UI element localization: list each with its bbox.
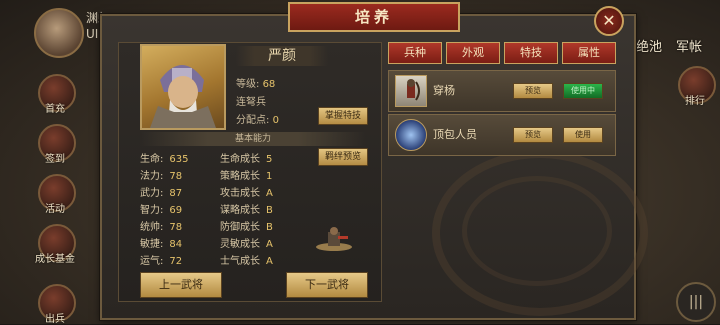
close-button[interactable]: ✕ [594, 6, 624, 36]
dialog-title: 培养 [288, 2, 460, 32]
tab-appearance[interactable]: 外观 [446, 42, 500, 64]
right-tab-tent[interactable]: 军帐 [676, 36, 702, 55]
next-hero-button[interactable]: 下一武将 [286, 272, 368, 298]
troop-name: 穿杨 [433, 84, 455, 97]
hero-level: 等级: 68 [236, 78, 275, 92]
preview-button[interactable]: 预览 [513, 127, 553, 143]
tab-troop-type[interactable]: 兵种 [388, 42, 442, 64]
tab-attributes[interactable]: 属性 [562, 42, 616, 64]
growth-row: 谋略成长 B [220, 205, 273, 216]
growth-row: 攻击成长 A [220, 188, 273, 199]
side-label-sign-in: 签到 [45, 154, 65, 165]
growth-row: 士气成长 A [220, 256, 273, 267]
stat-row: 运气: 72 [140, 256, 183, 267]
bond-preview-button[interactable]: 羁绊预览 [318, 148, 368, 166]
orb-icon [395, 119, 427, 151]
growth-row: 策略成长 1 [220, 171, 273, 182]
troop-name: 顶包人员 [433, 128, 477, 141]
right-tab-pool[interactable]: 绝池 [636, 36, 662, 55]
in-use-badge: 使用中 [563, 83, 603, 99]
side-label-growth-fund: 成长基金 [35, 254, 75, 265]
stats-list: 生命: 635 法力: 78 武力: 87 智力: 69 统帅: 78 敏捷: 84 运气:… [140, 151, 188, 270]
master-skill-button[interactable]: 掌握特技 [318, 107, 368, 125]
player-avatar[interactable] [34, 8, 84, 58]
growth-row: 防御成长 B [220, 222, 273, 233]
basic-ability-header: 基本能力 [140, 132, 366, 146]
more-menu-icon[interactable]: ||| [676, 282, 716, 322]
side-label-dispatch: 出兵 [45, 314, 65, 325]
allocation-points: 分配点: 0 [236, 114, 279, 128]
preview-button[interactable]: 预览 [513, 83, 553, 99]
level-label: 等级: [236, 79, 260, 90]
growth-list: 生命成长 5 策略成长 1 攻击成长 A 谋略成长 B 防御成长 B 灵敏成长 A 士气成长… [220, 151, 273, 270]
side-label-activity: 活动 [45, 204, 65, 215]
archer-icon [395, 75, 427, 107]
troop-type: 连弩兵 [236, 97, 266, 108]
stat-row: 法力: 78 [140, 171, 183, 182]
ranking-label: 排行 [685, 96, 705, 107]
troop-row: 穿杨 预览 使用中 [388, 70, 616, 112]
use-button[interactable]: 使用 [563, 127, 603, 143]
hero-portrait [140, 44, 226, 130]
level-value: 68 [262, 79, 276, 90]
hero-name: 严颜 [236, 46, 328, 66]
growth-row: 生命成长 5 [220, 154, 273, 165]
stat-row: 智力: 69 [140, 205, 183, 216]
growth-row: 灵敏成长 A [220, 239, 273, 250]
stat-row: 生命: 635 [140, 154, 189, 165]
troop-row: 顶包人员 预览 使用 [388, 114, 616, 156]
tab-skill[interactable]: 特技 [504, 42, 558, 64]
points-label: 分配点: [236, 115, 270, 126]
unit-sprite [314, 226, 354, 252]
stat-row: 武力: 87 [140, 188, 183, 199]
stat-row: 统帅: 78 [140, 222, 183, 233]
prev-hero-button[interactable]: 上一武将 [140, 272, 222, 298]
stat-row: 敏捷: 84 [140, 239, 183, 250]
points-value: 0 [272, 115, 279, 126]
dragon-emblem-inner [462, 176, 612, 286]
side-label-first-recharge: 首充 [45, 104, 65, 115]
